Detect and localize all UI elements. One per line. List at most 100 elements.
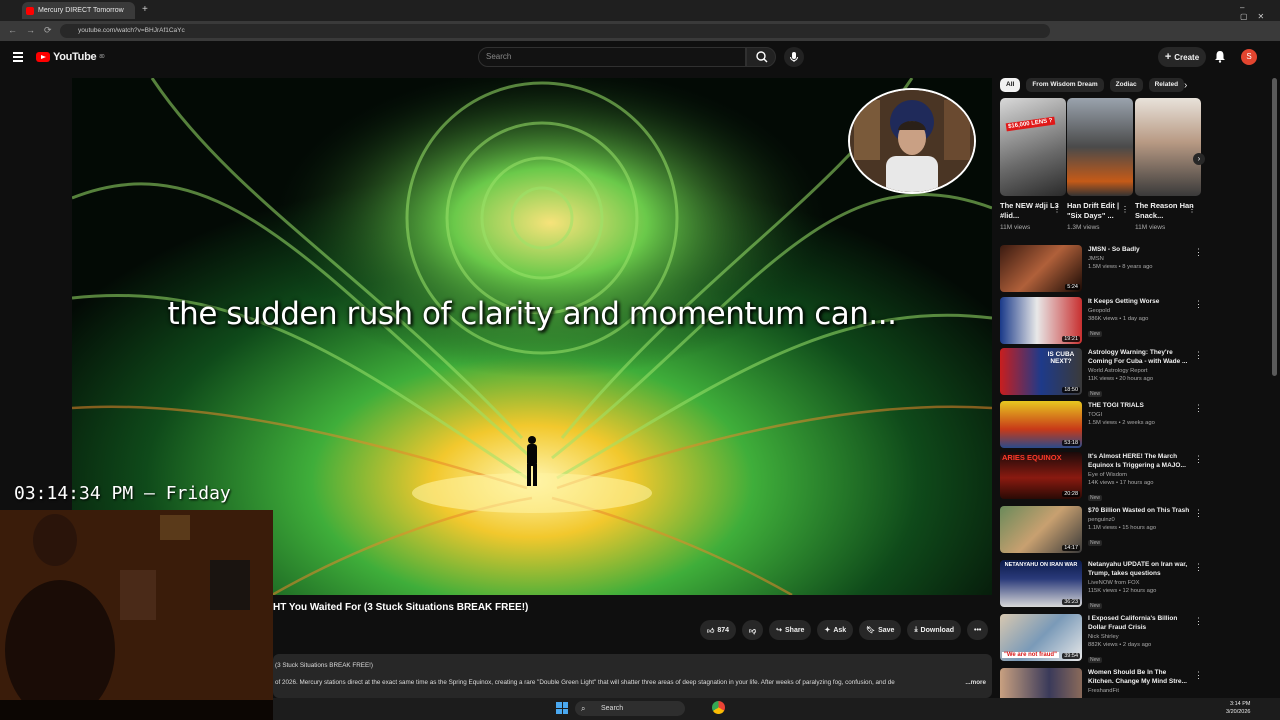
recommendation-item[interactable]: 5:24 JMSN - So Badly JMSN 1.5M views • 8 y… <box>1000 245 1200 297</box>
video-caption: the sudden rush of clarity and momentum … <box>167 296 897 332</box>
menu-icon[interactable] <box>13 52 23 62</box>
share-button[interactable]: ↪ Share <box>769 620 812 640</box>
notifications-bell-icon[interactable] <box>1214 50 1226 68</box>
dislike-button[interactable]: 👎︎ <box>742 620 764 640</box>
video-duration: 53:18 <box>1062 440 1080 446</box>
short-menu-icon[interactable]: ⋮ <box>1053 205 1061 214</box>
video-title: JMSN - So Badly <box>1088 246 1140 253</box>
bookmark-icon: 🔖︎ <box>866 627 876 634</box>
more-horizontal-icon: ••• <box>974 626 982 634</box>
channel-name: Geopold <box>1088 308 1110 314</box>
youtube-logo[interactable]: YouTube 80 <box>36 51 105 63</box>
channel-name: FreshandFit <box>1088 688 1119 694</box>
ask-button[interactable]: ✦ Ask <box>817 620 854 640</box>
chrome-taskbar-icon[interactable] <box>712 701 725 714</box>
browser-tab[interactable]: Mercury DIRECT Tomorrow <box>22 2 135 19</box>
download-button[interactable]: ⤓ Download <box>907 620 961 640</box>
video-thumbnail: 5:24 <box>1000 245 1082 292</box>
chevron-right-icon[interactable]: › <box>1184 80 1187 91</box>
recommendation-item[interactable]: 14:17 $70 Billion Wasted on This Trash pe… <box>1000 506 1200 558</box>
logo-badge: 80 <box>99 54 105 60</box>
short-views: 1.3M views <box>1067 224 1100 231</box>
channel-name: JMSN <box>1088 256 1104 262</box>
short-menu-icon[interactable]: ⋮ <box>1188 205 1196 214</box>
thumbs-up-icon: 👍︎ <box>707 627 715 635</box>
more-vert-icon[interactable]: ⋮ <box>1194 509 1203 518</box>
windows-start-icon[interactable] <box>556 702 568 714</box>
video-stats: 1.5M views • 2 weeks ago <box>1088 420 1155 426</box>
presenter-facecam <box>848 88 976 194</box>
short-menu-icon[interactable]: ⋮ <box>1121 205 1129 214</box>
description-box[interactable]: (3 Stuck Situations BREAK FREE!) of 2026… <box>273 654 992 698</box>
video-title: It Keeps Getting Worse <box>1088 298 1160 305</box>
like-button[interactable]: 👍︎ 874 <box>700 620 737 640</box>
search-button[interactable] <box>746 47 776 67</box>
chip-related[interactable]: Related <box>1148 78 1185 92</box>
video-duration: 36:23 <box>1062 599 1080 605</box>
search-icon: ⌕ <box>581 704 586 713</box>
video-duration: 5:24 <box>1065 284 1080 290</box>
recommendation-item[interactable]: ARIES EQUINOX 20:28 It's Almost HERE! The… <box>1000 452 1200 504</box>
more-vert-icon[interactable]: ⋮ <box>1194 404 1203 413</box>
video-thumbnail: NETANYAHU ON IRAN WAR 36:23 <box>1000 560 1082 607</box>
nav-arrows-icon[interactable]: ←→⟳ <box>8 25 61 36</box>
chip-zodiac[interactable]: Zodiac <box>1109 78 1143 92</box>
recommendation-item[interactable]: 19:21 It Keeps Getting Worse Geopold 386K … <box>1000 297 1200 349</box>
video-stats: 882K views • 2 days ago <box>1088 642 1152 648</box>
taskbar-search-label: Search <box>601 705 624 712</box>
microphone-icon <box>790 52 798 62</box>
save-button[interactable]: 🔖︎ Save <box>859 620 902 640</box>
video-title: Netanyahu UPDATE on Iran war, Trump, tak… <box>1088 561 1188 577</box>
filter-chips: All From Wisdom Dream Zodiac Related <box>1000 78 1185 92</box>
new-badge: New <box>1088 603 1103 609</box>
more-vert-icon[interactable]: ⋮ <box>1194 563 1203 572</box>
new-tab-icon[interactable]: + <box>142 4 148 15</box>
more-vert-icon[interactable]: ⋮ <box>1194 300 1203 309</box>
video-stats: 11K views • 20 hours ago <box>1088 376 1154 382</box>
search-input[interactable]: Search <box>478 47 746 67</box>
time-overlay: 03:14:34 PM — Friday <box>14 483 231 504</box>
share-label: Share <box>785 626 805 634</box>
video-thumbnail: 14:17 <box>1000 506 1082 553</box>
video-duration: 14:17 <box>1062 545 1080 551</box>
more-vert-icon[interactable]: ⋮ <box>1194 617 1203 626</box>
video-stats: 115K views • 12 hours ago <box>1088 588 1157 594</box>
thumbnail-text: "We are not fraud" <box>1002 652 1059 658</box>
shorts-next-arrow-icon[interactable]: › <box>1193 153 1205 165</box>
chip-from-wisdom-dream[interactable]: From Wisdom Dream <box>1026 78 1104 92</box>
more-vert-icon[interactable]: ⋮ <box>1194 248 1203 257</box>
more-vert-icon[interactable]: ⋮ <box>1194 351 1203 360</box>
save-label: Save <box>878 626 895 634</box>
new-badge: New <box>1088 540 1103 546</box>
chip-all[interactable]: All <box>1000 78 1021 92</box>
recommendation-item[interactable]: IS CUBA NEXT? 18:50 Astrology Warning: Th… <box>1000 348 1200 400</box>
address-bar[interactable]: youtube.com/watch?v=BHJrAf1CaYc <box>60 24 1050 38</box>
recommendation-item[interactable]: 53:18 THE TOGI TRIALS TOGI 1.5M views • 2 … <box>1000 401 1200 453</box>
more-vert-icon[interactable]: ⋮ <box>1194 455 1203 464</box>
more-actions-button[interactable]: ••• <box>967 620 989 640</box>
taskbar-search[interactable]: ⌕ Search <box>575 701 685 716</box>
video-title: HT You Waited For (3 Stuck Situations BR… <box>273 602 529 613</box>
video-title: It's Almost HERE! The March Equinox Is T… <box>1088 453 1186 469</box>
more-vert-icon[interactable]: ⋮ <box>1194 671 1203 680</box>
video-title: I Exposed California's Billion Dollar Fr… <box>1088 615 1178 631</box>
voice-search-button[interactable] <box>784 47 804 67</box>
create-button[interactable]: + Create <box>1158 47 1206 67</box>
video-thumbnail: 53:18 <box>1000 401 1082 448</box>
new-badge: New <box>1088 391 1103 397</box>
window-controls-icon[interactable]: –▢✕ <box>1240 3 1280 21</box>
recommendation-item[interactable]: NETANYAHU ON IRAN WAR 36:23 Netanyahu UPD… <box>1000 560 1200 612</box>
video-thumbnail <box>1000 668 1082 698</box>
recommendation-item[interactable]: Women Should Be In The Kitchen. Change M… <box>1000 668 1200 698</box>
short-views: 11M views <box>1135 224 1166 231</box>
channel-name: LiveNOW from FOX <box>1088 580 1140 586</box>
page-scrollbar[interactable] <box>1272 78 1277 376</box>
account-avatar[interactable]: S <box>1241 49 1257 65</box>
channel-name: Eye of Wisdom <box>1088 472 1127 478</box>
os-taskbar <box>273 698 1280 720</box>
recommendation-item[interactable]: "We are not fraud" 39:54 I Exposed Califo… <box>1000 614 1200 666</box>
tab-title: Mercury DIRECT Tomorrow <box>38 7 124 14</box>
like-count: 874 <box>717 626 730 634</box>
share-icon: ↪ <box>776 627 782 634</box>
show-more-link[interactable]: ...more <box>965 679 986 696</box>
